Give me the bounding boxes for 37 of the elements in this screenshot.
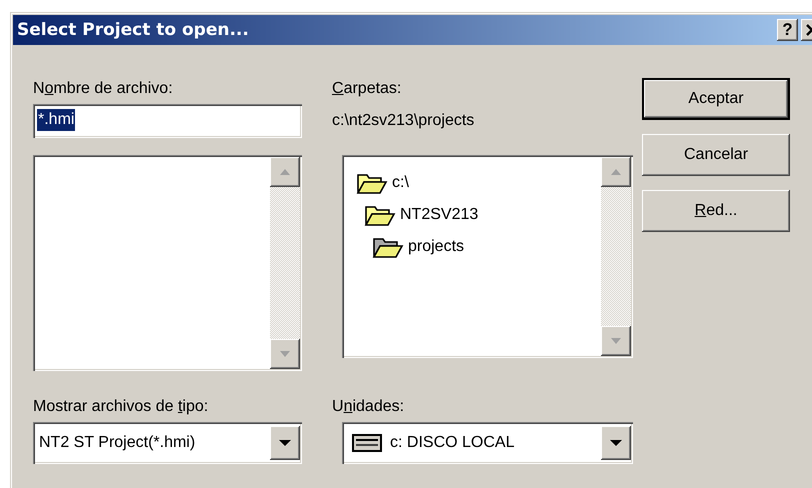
scrollbar[interactable] bbox=[270, 157, 300, 369]
field-label: Mostrar archivos de tipo: bbox=[33, 397, 208, 417]
dialog-button[interactable]: Cancelar bbox=[642, 134, 790, 176]
dropdown-button[interactable] bbox=[270, 426, 300, 460]
scrollbar[interactable] bbox=[601, 157, 631, 356]
folder-icon bbox=[372, 235, 404, 259]
file-name-field[interactable]: *.hmi bbox=[33, 104, 302, 138]
folder-icon bbox=[356, 171, 388, 195]
scroll-up-button[interactable] bbox=[270, 157, 300, 187]
scroll-down-button[interactable] bbox=[601, 326, 631, 356]
file-name-value: *.hmi bbox=[37, 109, 76, 131]
folder-icon bbox=[364, 203, 396, 227]
drive-dropdown[interactable]: c: DISCO LOCAL bbox=[342, 422, 633, 464]
field-label: Nombre de archivo: bbox=[33, 79, 173, 99]
dialog-button[interactable]: Red... bbox=[642, 190, 790, 232]
up-arrow-icon bbox=[279, 168, 291, 176]
field-label: Unidades: bbox=[332, 397, 404, 417]
folder-path: c:\nt2sv213\projects bbox=[332, 111, 474, 131]
folder-item[interactable]: c:\ bbox=[344, 167, 601, 199]
folder-list[interactable]: c:\ NT2SV213 projects bbox=[342, 155, 633, 358]
field-label: Carpetas: bbox=[332, 79, 402, 99]
dialog-button[interactable]: Aceptar bbox=[642, 78, 790, 120]
caret-icon bbox=[609, 439, 623, 447]
scroll-up-button[interactable] bbox=[601, 157, 631, 187]
folder-item[interactable]: projects bbox=[344, 231, 601, 263]
down-arrow-icon bbox=[610, 337, 622, 345]
window-title: Select Project to open... bbox=[17, 20, 250, 40]
caret-icon bbox=[278, 439, 292, 447]
up-arrow-icon bbox=[610, 168, 622, 176]
help-button[interactable]: ? bbox=[777, 19, 798, 41]
scroll-down-button[interactable] bbox=[270, 339, 300, 369]
folder-item[interactable]: NT2SV213 bbox=[344, 199, 601, 231]
down-arrow-icon bbox=[279, 350, 291, 358]
drive-icon bbox=[352, 434, 382, 452]
file-type-dropdown[interactable]: NT2 ST Project(*.hmi) bbox=[33, 422, 302, 464]
dropdown-button[interactable] bbox=[601, 426, 631, 460]
file-list[interactable] bbox=[33, 155, 302, 371]
